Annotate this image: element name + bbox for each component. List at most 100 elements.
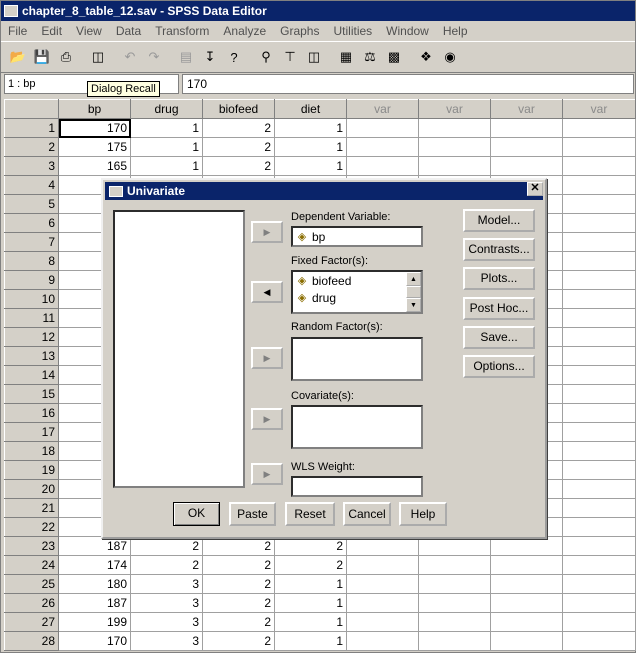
scroll-thumb[interactable] (406, 286, 421, 298)
covariates-list[interactable] (291, 405, 423, 449)
cell-empty[interactable] (418, 137, 491, 157)
fixed-factors-list[interactable]: ◈ biofeed ◈ drug ▲ ▼ (291, 270, 423, 314)
scroll-down-icon[interactable]: ▼ (406, 298, 421, 312)
row-number[interactable]: 9 (4, 270, 59, 290)
cell-empty[interactable] (418, 555, 491, 575)
cell-empty[interactable] (562, 631, 636, 651)
close-icon[interactable]: ✕ (527, 182, 543, 196)
row-number[interactable]: 1 (4, 118, 59, 138)
row-number[interactable]: 18 (4, 441, 59, 461)
use-sets-icon[interactable]: ◉ (439, 46, 461, 68)
menu-data[interactable]: Data (109, 24, 148, 38)
menu-utilities[interactable]: Utilities (326, 24, 379, 38)
row-number[interactable]: 21 (4, 498, 59, 518)
cell-diet[interactable]: 1 (274, 612, 347, 632)
model-button[interactable]: Model... (463, 209, 535, 232)
cell-empty[interactable] (418, 631, 491, 651)
cell-empty[interactable] (562, 365, 636, 385)
cell-bp[interactable]: 165 (58, 156, 131, 176)
row-number[interactable]: 16 (4, 403, 59, 423)
cell-empty[interactable] (562, 384, 636, 404)
cell-drug[interactable]: 3 (130, 631, 203, 651)
cell-empty[interactable] (562, 327, 636, 347)
row-number[interactable]: 15 (4, 384, 59, 404)
paste-button[interactable]: Paste (229, 502, 276, 526)
cell-drug[interactable]: 3 (130, 593, 203, 613)
wls-weight-field[interactable] (291, 476, 423, 497)
dialog-recall-icon[interactable]: ◫ (87, 46, 109, 68)
row-number[interactable]: 25 (4, 574, 59, 594)
insert-cases-icon[interactable]: ⊤ (279, 46, 301, 68)
cell-empty[interactable] (418, 536, 491, 556)
cell-empty[interactable] (346, 612, 419, 632)
column-header[interactable]: var (562, 99, 636, 119)
move-covariate-button[interactable]: ▶ (251, 408, 283, 430)
cell-biofeed[interactable]: 2 (202, 631, 275, 651)
column-header[interactable]: var (346, 99, 419, 119)
row-number[interactable]: 28 (4, 631, 59, 651)
row-number[interactable]: 22 (4, 517, 59, 537)
menu-file[interactable]: File (1, 24, 34, 38)
source-variable-list[interactable] (113, 210, 245, 488)
reset-button[interactable]: Reset (285, 502, 335, 526)
menu-help[interactable]: Help (436, 24, 475, 38)
cell-empty[interactable] (562, 308, 636, 328)
post-hoc-button[interactable]: Post Hoc... (463, 297, 535, 320)
row-number[interactable]: 10 (4, 289, 59, 309)
row-number[interactable]: 11 (4, 308, 59, 328)
redo-icon[interactable]: ↷ (143, 46, 165, 68)
cell-empty[interactable] (346, 631, 419, 651)
cell-bp[interactable]: 174 (58, 555, 131, 575)
cell-empty[interactable] (346, 156, 419, 176)
cell-empty[interactable] (490, 118, 563, 138)
dependent-field[interactable]: ◈ bp (291, 226, 423, 247)
column-header[interactable]: var (418, 99, 491, 119)
menu-view[interactable]: View (69, 24, 109, 38)
cell-empty[interactable] (346, 574, 419, 594)
cell-empty[interactable] (562, 612, 636, 632)
cell-empty[interactable] (562, 137, 636, 157)
cell-drug[interactable]: 1 (130, 118, 203, 138)
cell-empty[interactable] (346, 137, 419, 157)
weight-cases-icon[interactable]: ⚖ (359, 46, 381, 68)
cancel-button[interactable]: Cancel (343, 502, 391, 526)
insert-variable-icon[interactable]: ◫ (303, 46, 325, 68)
row-number[interactable]: 13 (4, 346, 59, 366)
options-button[interactable]: Options... (463, 355, 535, 378)
cell-drug[interactable]: 1 (130, 156, 203, 176)
row-number[interactable]: 3 (4, 156, 59, 176)
column-header[interactable]: biofeed (202, 99, 275, 119)
cell-bp[interactable]: 175 (58, 137, 131, 157)
cell-empty[interactable] (562, 194, 636, 214)
cell-bp[interactable]: 170 (58, 118, 131, 138)
cell-empty[interactable] (346, 593, 419, 613)
cell-bp[interactable]: 180 (58, 574, 131, 594)
cell-biofeed[interactable]: 2 (202, 612, 275, 632)
cell-bp[interactable]: 187 (58, 536, 131, 556)
cell-biofeed[interactable]: 2 (202, 593, 275, 613)
cell-empty[interactable] (490, 574, 563, 594)
cell-empty[interactable] (490, 536, 563, 556)
cell-empty[interactable] (490, 593, 563, 613)
random-factors-list[interactable] (291, 337, 423, 381)
cell-empty[interactable] (418, 156, 491, 176)
cell-empty[interactable] (562, 251, 636, 271)
row-number[interactable]: 8 (4, 251, 59, 271)
menu-analyze[interactable]: Analyze (216, 24, 273, 38)
row-number[interactable]: 5 (4, 194, 59, 214)
move-fixed-button[interactable]: ◀ (251, 281, 283, 303)
cell-diet[interactable]: 1 (274, 156, 347, 176)
goto-case-icon[interactable]: ↧ (199, 46, 221, 68)
cell-biofeed[interactable]: 2 (202, 118, 275, 138)
cell-drug[interactable]: 2 (130, 555, 203, 575)
move-random-button[interactable]: ▶ (251, 347, 283, 369)
row-number[interactable]: 27 (4, 612, 59, 632)
cell-empty[interactable] (562, 175, 636, 195)
cell-drug[interactable]: 3 (130, 574, 203, 594)
split-file-icon[interactable]: ▦ (335, 46, 357, 68)
cell-empty[interactable] (562, 498, 636, 518)
cell-empty[interactable] (562, 403, 636, 423)
help-button[interactable]: Help (399, 502, 447, 526)
cell-drug[interactable]: 1 (130, 137, 203, 157)
cell-empty[interactable] (346, 536, 419, 556)
